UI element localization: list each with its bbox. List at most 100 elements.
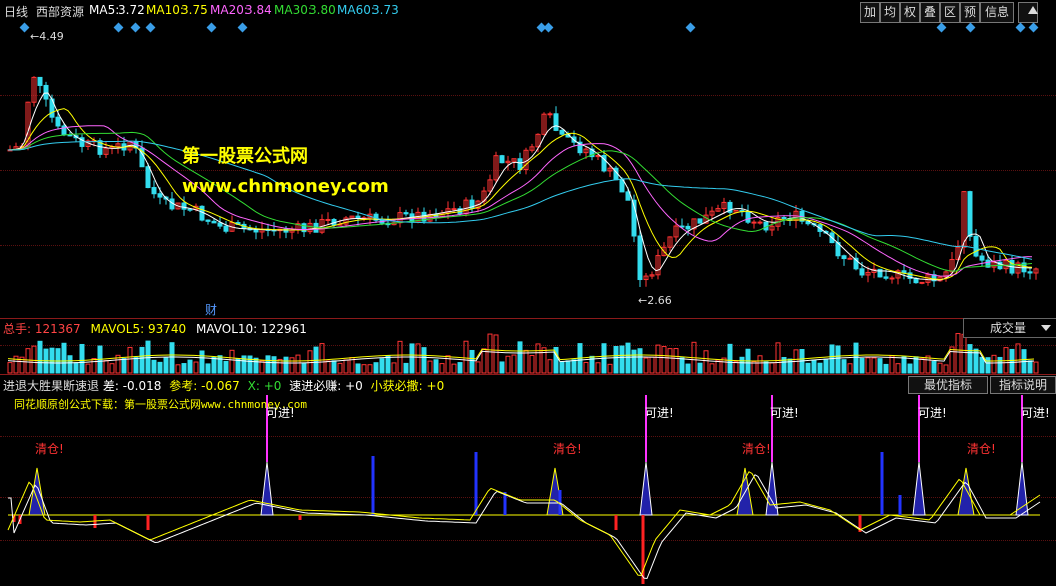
volume-bar — [775, 342, 781, 374]
volume-header: 总手: 121367 MAVOL5: 93740 MAVOL10: 122961 — [3, 320, 307, 337]
signal-clear-label: 清仓! — [967, 442, 996, 456]
volume-bar — [739, 356, 745, 374]
volume-bar — [331, 360, 337, 374]
signal-clear-label: 清仓! — [742, 442, 771, 456]
volume-bar — [547, 359, 553, 374]
volume-bar — [1033, 361, 1039, 374]
diff-value: -0.018 — [122, 379, 162, 393]
volume-bar — [877, 358, 883, 374]
volume-bar — [511, 354, 517, 374]
volume-bar — [631, 349, 637, 374]
volume-bar — [907, 363, 913, 374]
volume-bar — [427, 360, 433, 374]
candle-body — [211, 220, 217, 224]
best-indicator-button[interactable]: 最优指标 — [908, 376, 988, 394]
volume-bar — [571, 359, 577, 374]
candle-body — [325, 218, 331, 221]
volume-bar — [391, 362, 397, 374]
ma5-line — [7, 92, 1033, 281]
volume-bar — [127, 346, 133, 374]
watermark-url: www.chnmoney.com — [182, 176, 389, 197]
candle-body — [919, 281, 925, 284]
stock-chart[interactable] — [0, 0, 1056, 586]
volume-bar — [667, 348, 673, 374]
volume-bar — [325, 360, 331, 374]
volume-indicator-dropdown[interactable]: 成交量 — [963, 318, 1056, 338]
volume-bar — [103, 360, 109, 374]
ref-value: -0.067 — [201, 379, 240, 393]
volume-bar — [763, 361, 769, 374]
candle-body — [55, 116, 61, 127]
fast-enter-value: +0 — [345, 379, 363, 393]
volume-bar — [979, 356, 985, 374]
volume-bar — [529, 355, 535, 374]
volume-bar — [67, 355, 73, 374]
candle-body — [547, 113, 553, 116]
volume-bar — [289, 357, 295, 374]
high-price-label: ←4.49 — [30, 30, 64, 43]
signal-clear-spike — [28, 467, 46, 516]
candle-body — [889, 277, 895, 280]
candle-body — [151, 187, 157, 195]
volume-bar — [517, 341, 523, 374]
ref-label: 参考: — [169, 379, 198, 393]
volume-bar — [871, 357, 877, 374]
signal-clear-label: 清仓! — [35, 442, 64, 456]
volume-bar — [121, 358, 127, 374]
volume-bar — [703, 350, 709, 374]
signal-enter-spike — [639, 461, 653, 516]
volume-bar — [1015, 343, 1021, 374]
volume-bar — [991, 354, 997, 374]
volume-bar — [943, 364, 949, 374]
candle-body — [217, 222, 223, 227]
volume-bar — [733, 361, 739, 374]
volume-bar — [949, 346, 955, 374]
candle-body — [1027, 271, 1033, 274]
volume-bar — [91, 358, 97, 374]
candle-body — [187, 208, 193, 211]
volume-bar — [619, 345, 625, 374]
volume-bar — [409, 343, 415, 374]
volume-bar — [301, 362, 307, 374]
candle-body — [781, 217, 787, 220]
volume-bar — [865, 357, 871, 374]
volume-bar — [997, 356, 1003, 374]
volume-bar — [319, 343, 325, 374]
candle-body — [205, 219, 211, 222]
volume-bar — [811, 359, 817, 374]
volume-bar — [157, 361, 163, 374]
high-price-value: 4.49 — [39, 30, 64, 43]
volume-bar — [937, 362, 943, 374]
volume-bar — [163, 357, 169, 374]
volume-bar — [307, 350, 313, 374]
volume-bar — [217, 355, 223, 374]
volume-bar — [505, 355, 511, 374]
volume-bar — [253, 357, 259, 374]
candle-body — [157, 193, 163, 198]
candle-body — [637, 235, 643, 281]
diff-label: 差: — [102, 379, 119, 393]
volume-bar — [535, 343, 541, 374]
volume-bar — [655, 344, 661, 374]
indicator-help-button[interactable]: 指标说明 — [990, 376, 1056, 394]
indicator-name[interactable]: 进退大胜果断速退 — [3, 379, 99, 393]
candle-body — [517, 158, 523, 170]
candle-body — [301, 223, 307, 233]
volume-bar — [661, 346, 667, 374]
volume-bar — [787, 358, 793, 374]
watermark-title: 第一股票公式网 — [182, 146, 308, 167]
finance-marker[interactable]: 财 — [205, 301, 217, 318]
candle-body — [751, 221, 757, 224]
volume-bar — [211, 356, 217, 374]
mavol10-label: MAVOL10: — [195, 322, 258, 336]
candle-body — [355, 215, 361, 219]
small-gain-label: 小获必撒: — [370, 379, 423, 393]
signal-clear-label: 清仓! — [553, 442, 582, 456]
candle-body — [979, 255, 985, 261]
volume-bar — [901, 356, 907, 374]
volume-bar — [61, 342, 67, 374]
volume-bar — [757, 355, 763, 374]
volume-bar — [595, 362, 601, 374]
candle-body — [745, 211, 751, 223]
volume-bar — [271, 356, 277, 374]
